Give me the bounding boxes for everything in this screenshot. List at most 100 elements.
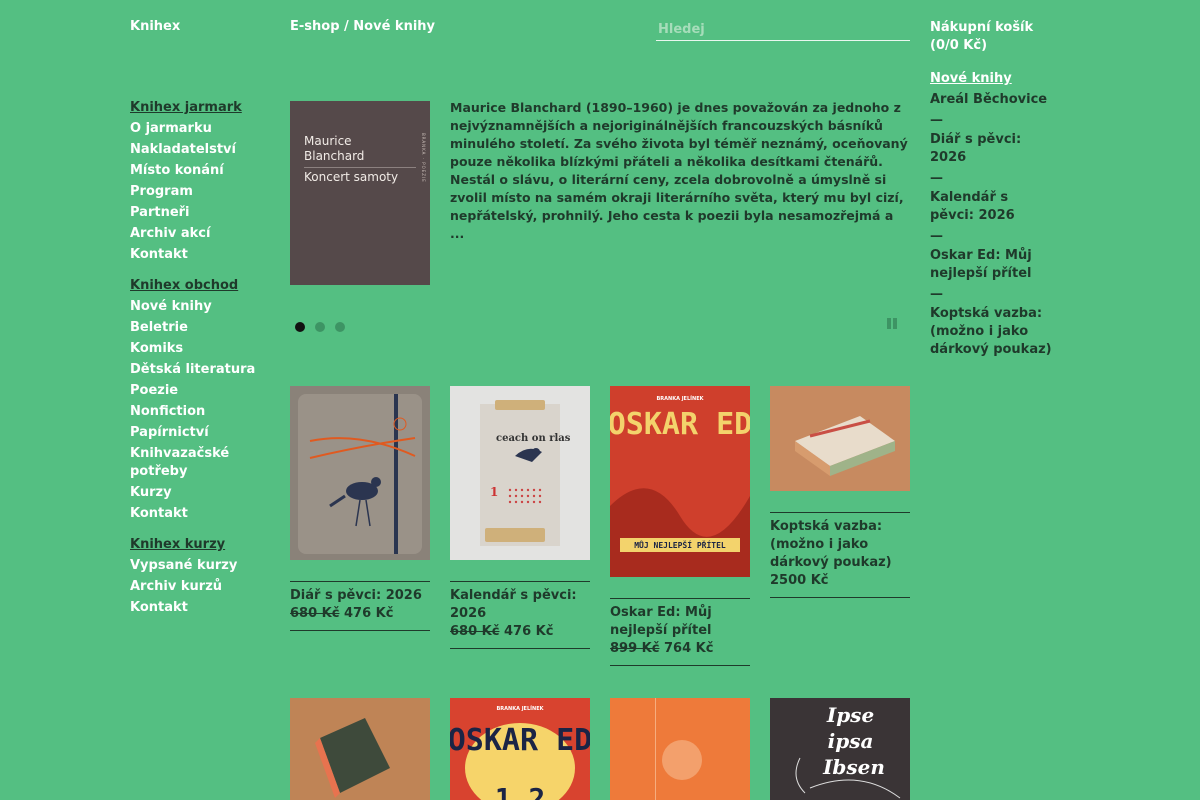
product-price: 476 Kč (503, 624, 554, 639)
product-name[interactable]: Kalendář s pěvci: 2026 (450, 587, 590, 623)
ibsen-title: Ipse ipsa Ibsen (822, 703, 885, 779)
slider-dot-1[interactable] (295, 322, 305, 332)
nav-item[interactable]: Nonfiction (130, 401, 260, 422)
cover-author: Maurice Blanchard (304, 134, 365, 163)
product-name[interactable]: Diář s pěvci: 2026 (290, 587, 430, 605)
nav-item[interactable]: Vypsané kurzy (130, 555, 260, 576)
slider-dot-2[interactable] (315, 322, 325, 332)
sidebar-item[interactable]: Diář s pěvci: 2026 (930, 131, 1055, 167)
product-name[interactable]: Koptská vazba: (možno i jako dárkový pou… (770, 518, 910, 572)
nav-group-obchod: Knihex obchod Nové knihy Beletrie Komiks… (130, 275, 260, 524)
nav-item[interactable]: Kontakt (130, 244, 260, 265)
publisher-tag: BRANKA JELÍNEK (497, 704, 545, 712)
publisher-tag: BRANKA JELÍNEK (657, 394, 705, 402)
nav-item[interactable]: Komiks (130, 338, 260, 359)
product-card[interactable]: 1 ceach on rlas Kalendář s pěvci: 2026 6… (450, 386, 590, 649)
product-image-oskar2[interactable]: BRANKA JELÍNEK OSKAR ED 1 2 (450, 698, 590, 800)
sidebar-heading[interactable]: Nové knihy (930, 70, 1055, 88)
product-price: 476 Kč (343, 606, 394, 621)
site-logo[interactable]: Knihex (130, 19, 180, 34)
nav-item[interactable]: Kontakt (130, 503, 260, 524)
product-old-price: 899 Kč (610, 641, 660, 656)
nav-item[interactable]: O jarmarku (130, 118, 260, 139)
product-old-price: 680 Kč (290, 606, 340, 621)
product-card[interactable]: Ipse ipsa Ibsen (770, 698, 910, 800)
left-navigation: Knihex jarmark O jarmarku Nakladatelství… (130, 97, 260, 628)
bird-notebook-illustration (298, 394, 422, 554)
nav-group-jarmark: Knihex jarmark O jarmarku Nakladatelství… (130, 97, 260, 265)
nav-item[interactable]: Dětská literatura (130, 359, 260, 380)
product-image-oskar[interactable]: BRANKA JELÍNEK OSKAR ED MŮJ NEJLEPŠÍ PŘÍ… (610, 386, 750, 577)
cart-title: Nákupní košík (930, 20, 1034, 35)
breadcrumb[interactable]: E-shop / Nové knihy (290, 19, 435, 34)
sidebar-separator: — (930, 229, 943, 244)
nav-item[interactable]: Papírnictví (130, 422, 260, 443)
nav-heading-kurzy[interactable]: Knihex kurzy (130, 534, 260, 555)
nav-group-kurzy: Knihex kurzy Vypsané kurzy Archiv kurzů … (130, 534, 260, 618)
oskar-subtitle: MŮJ NEJLEPŠÍ PŘÍTEL (634, 539, 726, 550)
product-card[interactable]: BRANKA JELÍNEK OSKAR ED MŮJ NEJLEPŠÍ PŘÍ… (610, 386, 750, 666)
product-old-price: 680 Kč (450, 624, 500, 639)
product-card[interactable]: Diář s pěvci: 2026 680 Kč 476 Kč (290, 386, 430, 631)
cart-total: (0/0 Kč) (930, 38, 988, 53)
nav-item[interactable]: Nakladatelství (130, 139, 260, 160)
nav-item[interactable]: Nové knihy (130, 296, 260, 317)
oskar2-cover-illustration: BRANKA JELÍNEK OSKAR ED 1 2 (450, 698, 590, 800)
nav-item[interactable]: Partneři (130, 202, 260, 223)
nav-item[interactable]: Kontakt (130, 597, 260, 618)
calendar-cover-word: ceach on rlas (496, 433, 571, 444)
search-input[interactable] (656, 18, 910, 41)
product-image-orange-book[interactable] (610, 698, 750, 800)
product-card[interactable] (290, 698, 430, 800)
sidebar-item[interactable]: Koptská vazba: (možno i jako dárkový pou… (930, 305, 1055, 359)
nav-item[interactable]: Archiv kurzů (130, 576, 260, 597)
sidebar-separator: — (930, 287, 943, 302)
oskar2-volume: 1 2 (495, 782, 546, 800)
product-card[interactable] (610, 698, 750, 800)
nav-item[interactable]: Poezie (130, 380, 260, 401)
product-image-ibsen[interactable]: Ipse ipsa Ibsen (770, 698, 910, 800)
calendar-month-number: 1 (490, 485, 498, 499)
nav-item[interactable]: Kurzy (130, 482, 260, 503)
sidebar-item[interactable]: Kalendář s pěvci: 2026 (930, 189, 1055, 225)
product-card[interactable]: BRANKA JELÍNEK OSKAR ED 1 2 (450, 698, 590, 800)
calendar-illustration: 1 ceach on rlas (480, 400, 571, 546)
coptic-binding-illustration (770, 386, 910, 491)
slider-pagination (295, 322, 345, 332)
sidebar-item[interactable]: Oskar Ed: Můj nejlepší přítel (930, 247, 1055, 283)
sidebar-separator: — (930, 113, 943, 128)
slider-book-cover[interactable]: Maurice Blanchard Koncert samoty BRANKA … (290, 101, 430, 285)
nav-item[interactable]: Místo konání (130, 160, 260, 181)
sidebar-separator: — (930, 171, 943, 186)
nav-item[interactable]: Archiv akcí (130, 223, 260, 244)
nav-heading-obchod[interactable]: Knihex obchod (130, 275, 260, 296)
pause-icon[interactable] (887, 318, 897, 329)
new-books-sidebar: Nové knihy Areál Běchovice — Diář s pěvc… (930, 70, 1055, 359)
product-name[interactable]: Oskar Ed: Můj nejlepší přítel (610, 604, 750, 640)
product-card[interactable]: Koptská vazba: (možno i jako dárkový pou… (770, 386, 910, 598)
ibsen-title-line: Ipse (826, 703, 874, 727)
oskar-title: OSKAR ED (610, 407, 750, 442)
nav-item[interactable]: Knihvazačské potřeby (130, 443, 260, 482)
sidebar-item[interactable]: Areál Běchovice (930, 91, 1055, 109)
slider-description[interactable]: Maurice Blanchard (1890–1960) je dnes po… (450, 99, 910, 243)
product-image-diary[interactable] (290, 386, 430, 560)
product-image-calendar[interactable]: 1 ceach on rlas (450, 386, 590, 560)
product-image-book-open[interactable] (290, 698, 430, 800)
oskar-cover-illustration: BRANKA JELÍNEK OSKAR ED MŮJ NEJLEPŠÍ PŘÍ… (610, 386, 750, 577)
cart-link[interactable]: Nákupní košík (0/0 Kč) (930, 19, 1050, 55)
slider-dot-3[interactable] (335, 322, 345, 332)
product-price: 764 Kč (663, 641, 714, 656)
ibsen-title-line: Ibsen (822, 755, 885, 779)
nav-item[interactable]: Beletrie (130, 317, 260, 338)
product-info: Koptská vazba: (možno i jako dárkový pou… (770, 512, 910, 598)
product-image-coptic[interactable] (770, 386, 910, 491)
cover-title: Koncert samoty (304, 170, 399, 184)
nav-heading-jarmark[interactable]: Knihex jarmark (130, 97, 260, 118)
product-info: Kalendář s pěvci: 2026 680 Kč 476 Kč (450, 581, 590, 649)
nav-item[interactable]: Program (130, 181, 260, 202)
product-info: Diář s pěvci: 2026 680 Kč 476 Kč (290, 581, 430, 631)
cover-spine-text: BRANKA · POEZIE (421, 133, 426, 183)
product-price: 2500 Kč (770, 573, 829, 588)
open-book-illustration (290, 698, 430, 800)
